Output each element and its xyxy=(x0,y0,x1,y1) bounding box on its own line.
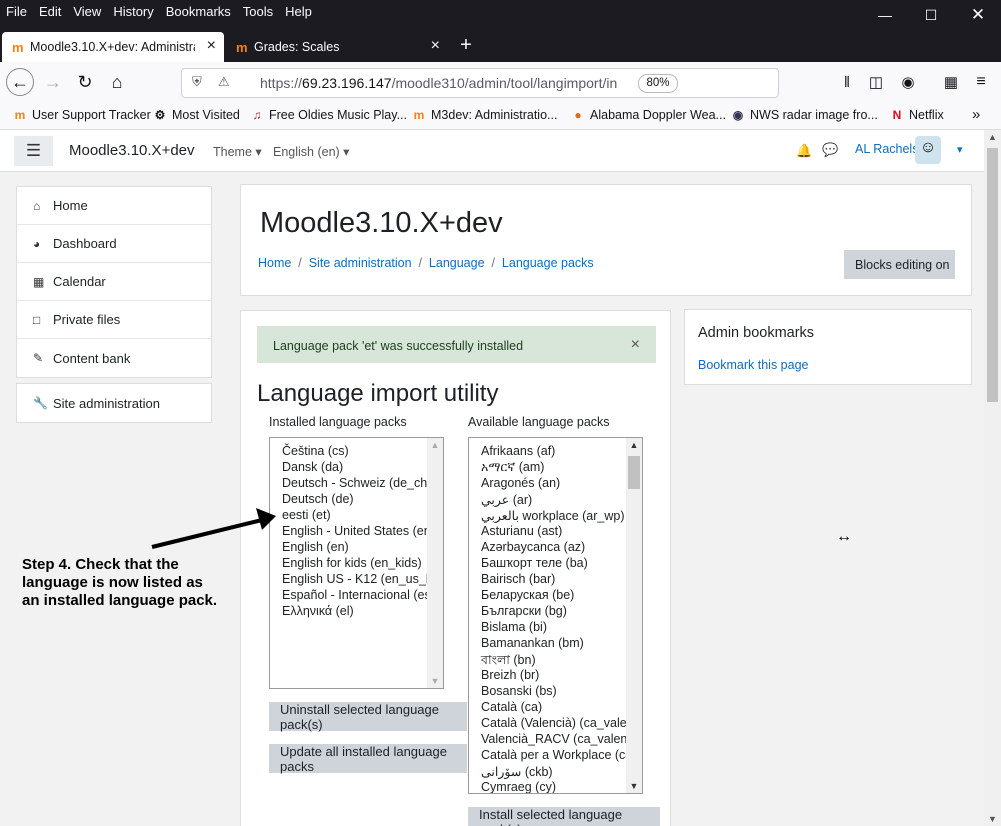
annotation-note: Step 4. Check that the language is now l… xyxy=(22,556,218,609)
annotation-arrow xyxy=(151,508,276,549)
